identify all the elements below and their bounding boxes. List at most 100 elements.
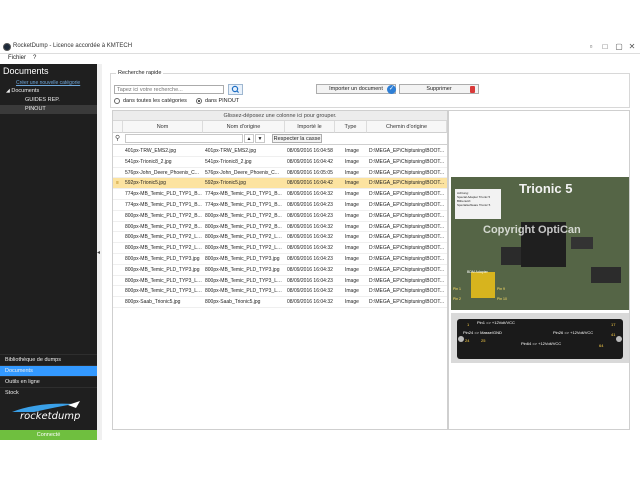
cell-original-name: 576px-John_Deere_Phoenix_C... — [205, 169, 279, 176]
cell-original-path: D:\MEGA_EP\Chiptuning\BOOT... — [369, 256, 445, 262]
filter-down-arrow-icon[interactable]: ▼ — [255, 134, 265, 143]
cell-name: 800px-MB_Temic_PLD_TYP2_La... — [125, 245, 203, 252]
search-button[interactable] — [228, 84, 243, 95]
bdm-adapter-label: BDM Adapter — [467, 270, 488, 274]
cell-original-path: D:\MEGA_EP\Chiptuning\BOOT... — [369, 169, 445, 176]
cell-original-path: D:\MEGA_EP\Chiptuning\BOOT... — [369, 202, 445, 208]
tree-item-pinout[interactable]: PINOUT — [0, 105, 97, 114]
cell-original-name: 800px-MB_Temic_PLD_TYP2_B... — [205, 212, 282, 219]
tree-root-documents[interactable]: ◢ Documents — [6, 88, 39, 94]
column-header-path[interactable]: Chemin d'origine — [367, 121, 447, 133]
match-case-button[interactable]: Respecter la casse — [272, 134, 322, 143]
table-row[interactable]: 800px-MB_Temic_PLD_TYP3.jpg 800px-MB_Temi… — [113, 254, 447, 265]
pin-label: Pin 10 — [497, 297, 507, 301]
cell-original-name: 401px-TRW_EMS2.jpg — [205, 148, 257, 154]
preview-info-line: Spezialsoftware Trionic 5 — [457, 203, 491, 207]
cell-type: Image — [345, 277, 359, 284]
radio-current-category[interactable] — [196, 98, 202, 104]
collapse-arrow-icon[interactable]: ◢ — [6, 88, 10, 94]
search-input[interactable] — [114, 85, 224, 94]
table-row[interactable]: 401px-TRW_EMS2.jpg 401px-TRW_EMS2.jpg 08/0… — [113, 146, 447, 157]
cell-original-name: 592px-Trionic5.jpg — [205, 180, 246, 187]
cell-type: Image — [345, 299, 359, 306]
cell-original-name: 800px-MB_Temic_PLD_TYP2_B... — [205, 223, 282, 230]
cell-name: 800px-MB_Temic_PLD_TYP3.jpg — [125, 266, 200, 273]
connector-pin-number: 64 — [599, 343, 604, 348]
documents-grid: Glissez-déposez une colonne ici pour gro… — [112, 110, 448, 430]
restore-button[interactable]: □ — [600, 42, 610, 52]
column-header-type[interactable]: Type — [335, 121, 367, 133]
connector-label: Pin24 => Masse/GND — [463, 330, 502, 335]
row-selected-icon: ≡ — [116, 180, 119, 187]
table-row[interactable]: 800px-MB_Temic_PLD_TYP2_La... 800px-MB_Te… — [113, 232, 447, 244]
import-icon: ✓ — [387, 85, 396, 94]
menu-bar: Fichier ? — [0, 54, 640, 64]
connector-label: Pin64 => +12Volt/VCC — [521, 341, 562, 346]
minimize-button[interactable]: ▫ — [586, 42, 596, 52]
table-row[interactable]: 800px-MB_Temic_PLD_TYP3_La... 800px-MB_Te… — [113, 286, 447, 298]
nav-dump-library[interactable]: Bibliothèque de dumps — [0, 354, 97, 365]
column-header-name[interactable]: Nom — [123, 121, 203, 133]
document-preview: Trionic 5 Copyright OptiCan Achtung: Spe… — [448, 110, 630, 430]
cell-name: 800px-MB_Temic_PLD_TYP2_B... — [125, 223, 202, 230]
cell-imported-date: 08/09/2016 16:04:42 — [287, 180, 333, 187]
row-header-column — [113, 121, 123, 133]
preview-info-box: Achtung: Special Adapter Trionic 5 Bitbe… — [457, 191, 501, 207]
cell-type: Image — [345, 202, 359, 208]
maximize-button[interactable]: ▢ — [614, 42, 624, 52]
cell-name: 541px-Trionic8_2.jpg — [125, 158, 172, 165]
nav-online-tools[interactable]: Outils en ligne — [0, 376, 97, 387]
table-row[interactable]: 774px-MB_Temic_PLD_TYP1_B... 774px-MB_Tem… — [113, 200, 447, 211]
cell-name: 800px-MB_Temic_PLD_TYP3.jpg — [125, 256, 200, 262]
table-row[interactable]: 541px-Trionic8_2.jpg 541px-Trionic8_2.jpg… — [113, 157, 447, 168]
delete-button[interactable]: Supprimer — [399, 84, 479, 94]
cell-imported-date: 08/09/2016 16:04:23 — [287, 277, 333, 284]
radio-all-categories[interactable] — [114, 98, 120, 104]
menu-file[interactable]: Fichier — [8, 55, 26, 61]
table-row[interactable]: 800px-MB_Temic_PLD_TYP2_B... 800px-MB_Tem… — [113, 211, 447, 222]
cell-imported-date: 08/09/2016 16:05:05 — [287, 169, 333, 176]
collapse-sidebar-icon[interactable]: ◂ — [97, 249, 100, 256]
filter-input[interactable] — [125, 134, 243, 143]
filter-up-arrow-icon[interactable]: ▲ — [244, 134, 254, 143]
group-by-hint: Glissez-déposez une colonne ici pour gro… — [113, 111, 447, 121]
cell-type: Image — [345, 223, 359, 230]
tree-root-label: Documents — [11, 88, 40, 94]
table-row[interactable]: 800px-MB_Temic_PLD_TYP3.jpg 800px-MB_Temi… — [113, 265, 447, 276]
table-row[interactable]: 800px-MB_Temic_PLD_TYP2_B... 800px-MB_Tem… — [113, 222, 447, 233]
cell-name: 800px-MB_Temic_PLD_TYP3_La... — [125, 277, 203, 284]
cell-original-name: 800px-MB_Temic_PLD_TYP2_La... — [205, 234, 283, 241]
connector-label: Pin26 => +12Volt/VCC — [553, 330, 594, 335]
column-header-original-name[interactable]: Nom d'origine — [203, 121, 285, 133]
table-row[interactable]: 800px-MB_Temic_PLD_TYP3_La... 800px-MB_Te… — [113, 276, 447, 287]
column-header-imported[interactable]: Importé le — [285, 121, 335, 133]
table-row[interactable]: 800px-MB_Temic_PLD_TYP2_La... 800px-MB_Te… — [113, 243, 447, 254]
table-row[interactable]: ≡ 592px-Trionic5.jpg 592px-Trionic5.jpg 08/… — [113, 178, 447, 190]
cell-name: 800px-MB_Temic_PLD_TYP2_La... — [125, 234, 203, 241]
cell-imported-date: 08/09/2016 16:04:32 — [287, 245, 333, 252]
cell-imported-date: 08/09/2016 16:04:23 — [287, 256, 333, 262]
connector-label: Pin1 => +12Volt/VCC — [477, 320, 515, 325]
trash-icon — [470, 86, 475, 93]
import-document-button[interactable]: Importer un document ✓ — [316, 84, 396, 94]
quick-search-label: Recherche rapide — [116, 70, 164, 76]
nav-documents[interactable]: Documents — [0, 365, 97, 376]
cell-imported-date: 08/09/2016 16:04:32 — [287, 288, 333, 295]
cell-imported-date: 08/09/2016 16:04:23 — [287, 212, 333, 219]
rocketdump-logo: rocketdump — [8, 400, 90, 426]
tree-item-guides[interactable]: GUIDES REP. — [0, 96, 97, 105]
menu-help[interactable]: ? — [33, 55, 36, 61]
nav-stock[interactable]: Stock — [0, 387, 97, 398]
cell-name: 800px-Saab_Trionic5.jpg — [125, 299, 181, 306]
cell-type: Image — [345, 169, 359, 176]
table-row[interactable]: 576px-John_Deere_Phoenix_C... 576px-John_… — [113, 168, 447, 179]
cell-imported-date: 08/09/2016 16:04:58 — [287, 148, 333, 154]
connector-pin-number: 1 — [467, 322, 470, 327]
table-row[interactable]: 774px-MB_Temic_PLD_TYP1_B... 774px-MB_Tem… — [113, 189, 447, 200]
table-row[interactable]: 800px-Saab_Trionic5.jpg 800px-Saab_Trioni… — [113, 297, 447, 308]
cell-name: 774px-MB_Temic_PLD_TYP1_B... — [125, 191, 202, 198]
close-button[interactable]: ✕ — [627, 42, 637, 52]
cell-original-path: D:\MEGA_EP\Chiptuning\BOOT... — [369, 266, 445, 273]
new-category-link[interactable]: Créer une nouvelle catégorie — [16, 80, 80, 86]
preview-title: Trionic 5 — [519, 181, 573, 196]
